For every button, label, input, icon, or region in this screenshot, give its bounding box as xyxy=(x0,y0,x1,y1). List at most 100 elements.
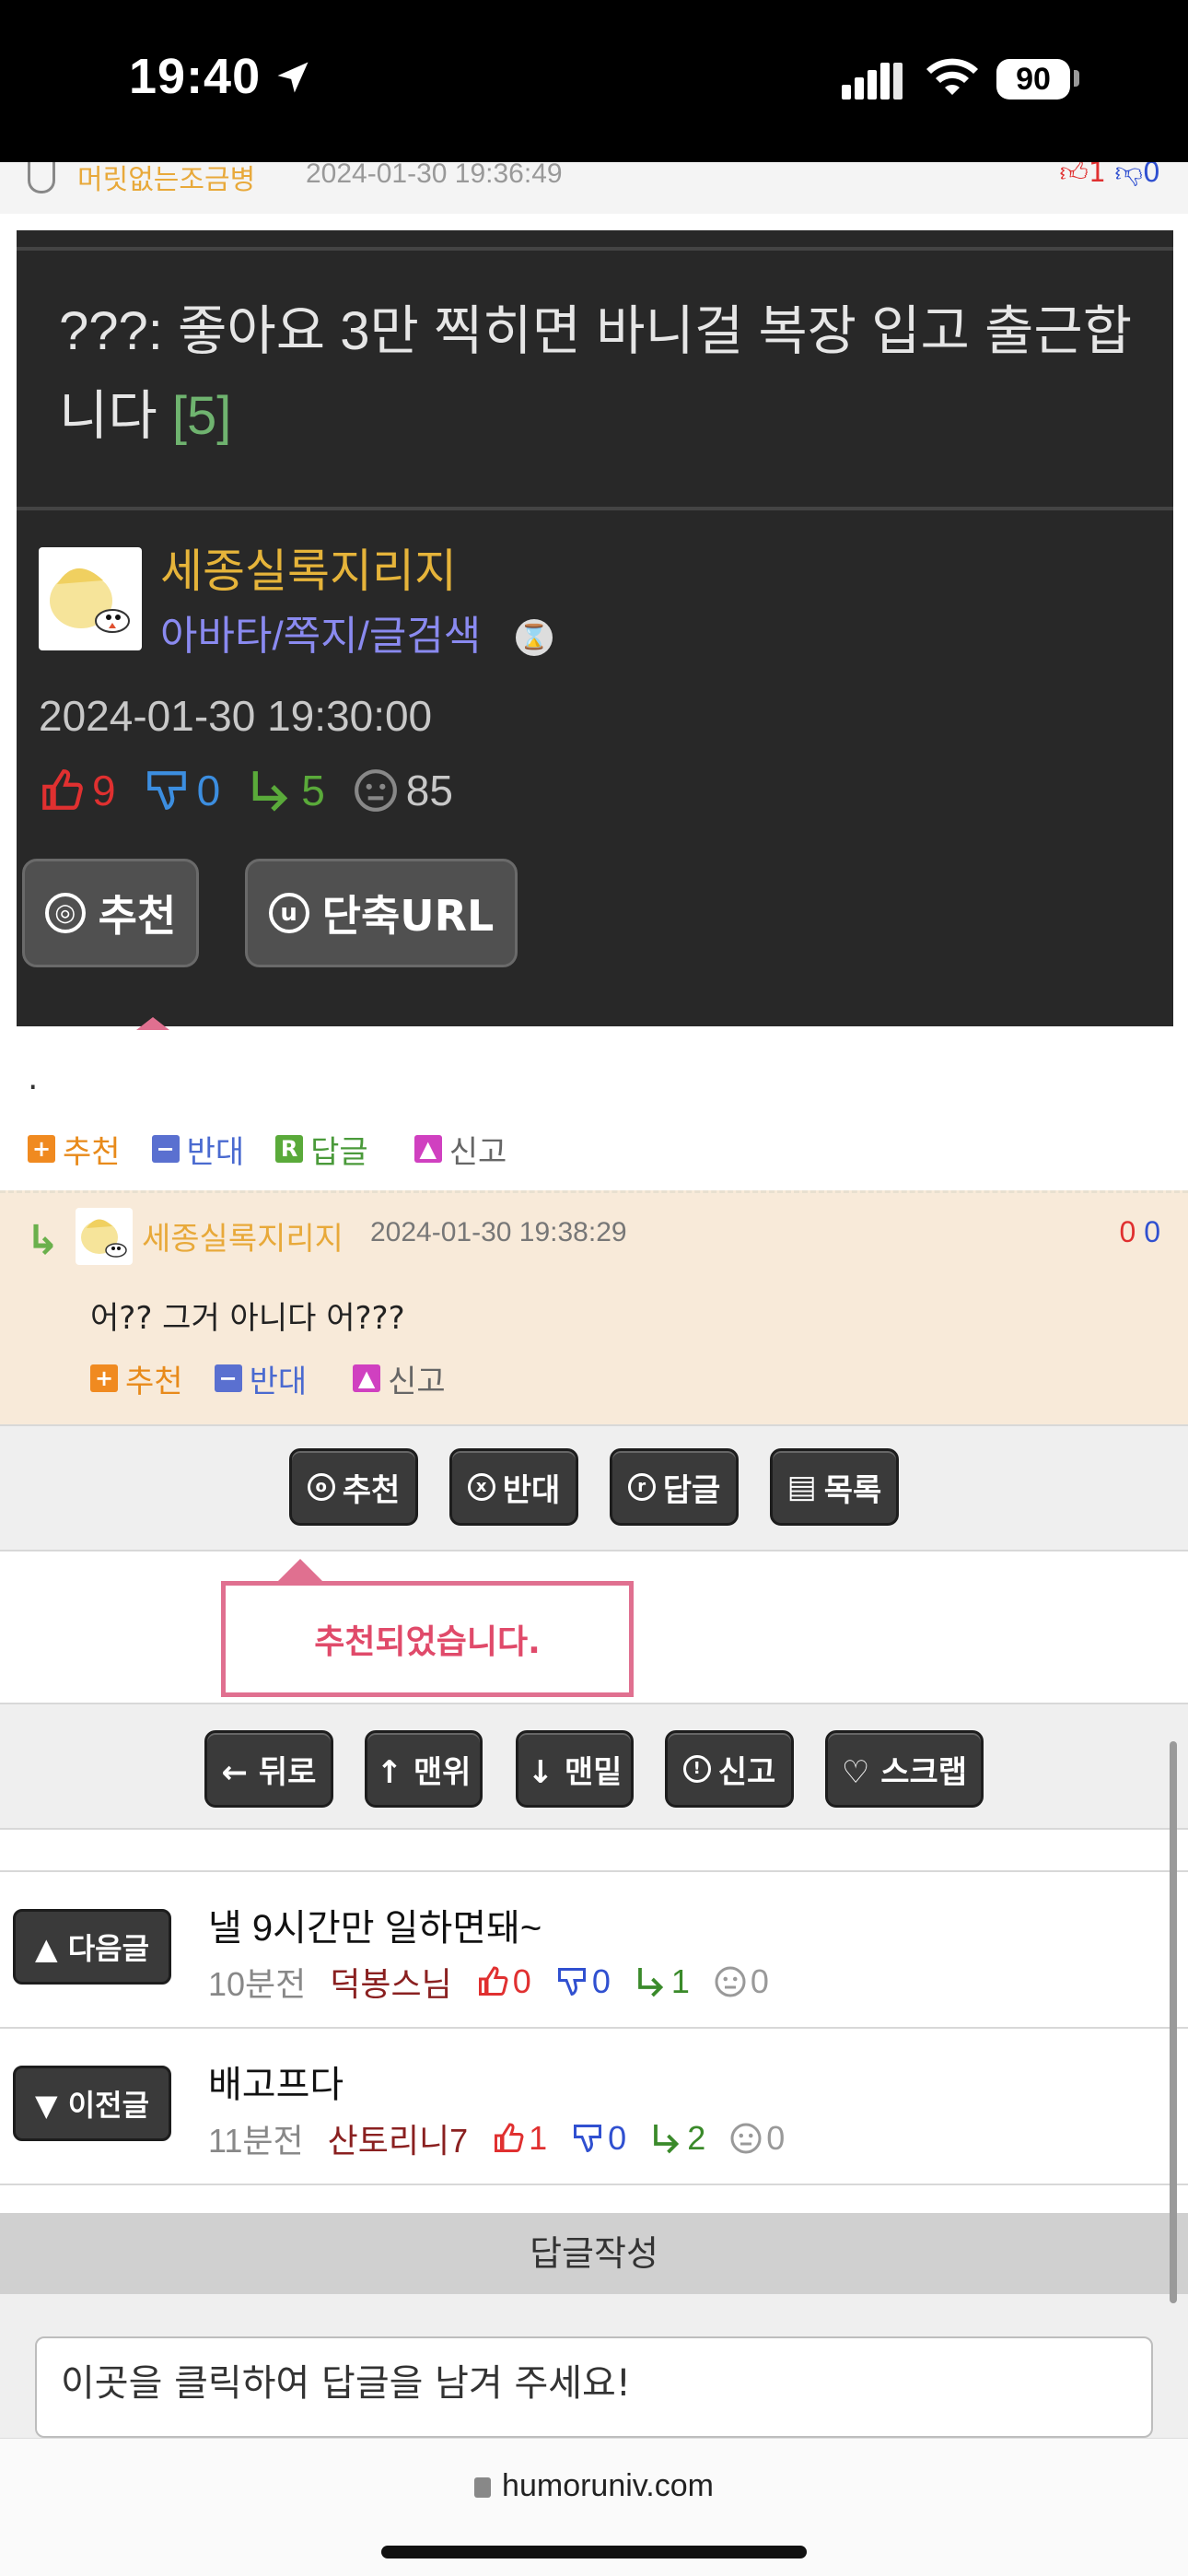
post-stats: 9 0 5 85 xyxy=(39,763,481,818)
thumbs-down-icon xyxy=(146,771,186,810)
up-stat: 9 xyxy=(39,766,116,815)
face-icon xyxy=(354,769,397,812)
next-post-button[interactable]: ▲ 다음글 xyxy=(13,1909,171,1985)
browser-bottom-bar: humoruniv.com xyxy=(0,2438,1188,2576)
label: 반대 xyxy=(502,1471,561,1509)
author-name[interactable]: 세종실록지리지 xyxy=(160,534,457,601)
up-count: 0 xyxy=(512,1962,531,2000)
divider xyxy=(0,1828,1188,1830)
prev-post-row[interactable]: ▼ 이전글 배고프다 11분전 산토리니7 1 0 2 0 xyxy=(0,2029,1188,2185)
url-text: humoruniv.com xyxy=(502,2468,714,2503)
post-header-box: ???: 좋아요 3만 찍히면 바니걸 복장 입고 출근합니다 [5] 세종실록… xyxy=(17,230,1173,1026)
scrollbar[interactable] xyxy=(1170,1741,1177,2303)
list-button[interactable]: ▤ 목록 xyxy=(770,1448,899,1526)
label: 목록 xyxy=(823,1471,882,1509)
reply-count: 1 xyxy=(670,1962,690,2000)
reply-link[interactable]: R 답글 xyxy=(275,1127,368,1172)
navigation-bar: ← 뒤로 ↑ 맨위 ↓ 맨밑 ! 신고 ♡ 스크랩 xyxy=(0,1704,1188,1828)
comment-date: 2024-01-30 19:36:49 xyxy=(306,162,563,189)
prev-post-title[interactable]: 배고프다 xyxy=(208,2055,344,2108)
down-stat: 0 xyxy=(571,2119,626,2158)
bottom-button[interactable]: ↓ 맨밑 xyxy=(516,1730,634,1808)
recommend-button[interactable]: ◎ 추천 xyxy=(22,859,199,967)
recommend-link[interactable]: + 추천 xyxy=(28,1127,121,1172)
prev-post-meta: 11분전 산토리니7 1 0 2 0 xyxy=(208,2115,809,2161)
reply-arrow-icon xyxy=(252,771,288,812)
comment-date: 2024-01-30 19:38:29 xyxy=(370,1217,627,1247)
view-stat: 0 xyxy=(714,1962,769,2001)
view-stat: 0 xyxy=(729,2119,785,2158)
list-icon: ▤ xyxy=(786,1469,817,1505)
recommend-link[interactable]: + 추천 xyxy=(90,1356,183,1401)
thumbs-up-icon xyxy=(495,2123,524,2152)
address-bar[interactable]: humoruniv.com xyxy=(0,2468,1188,2504)
cellular-signal-icon xyxy=(842,63,903,100)
up-count: 9 xyxy=(92,767,116,814)
action-bar: o 추천 x 반대 r 답글 ▤ 목록 xyxy=(0,1426,1188,1550)
up-stat: 0 xyxy=(476,1962,531,2001)
thumbs-up-icon: 👍︎ xyxy=(1059,162,1089,189)
comment-author[interactable]: 세종실록지리지 xyxy=(142,1213,344,1259)
avatar[interactable] xyxy=(76,1208,133,1265)
label: 답글 xyxy=(310,1133,368,1171)
post-time: 11분전 xyxy=(208,2122,304,2160)
oppose-button[interactable]: x 반대 xyxy=(449,1448,578,1526)
report-button[interactable]: ! 신고 xyxy=(665,1730,794,1808)
label: 반대 xyxy=(249,1363,308,1400)
r-circle-icon: r xyxy=(627,1473,656,1501)
recommend-label: 추천 xyxy=(98,891,177,941)
comment-author[interactable]: 머릿없는조금병 xyxy=(77,162,255,197)
label: 답글 xyxy=(662,1471,721,1509)
author-links[interactable]: 아바타/쪽지/글검색 xyxy=(160,603,481,662)
next-post-title[interactable]: 낼 9시간만 일하면돼~ xyxy=(208,1898,542,1951)
recommend-button[interactable]: o 추천 xyxy=(289,1448,418,1526)
short-url-button[interactable]: u 단축URL xyxy=(245,859,518,967)
reply-comment: ↳ 세종실록지리지 2024-01-30 19:38:29 0 0 어?? 그거… xyxy=(0,1190,1188,1424)
clock: 19:40 xyxy=(129,49,262,104)
post-time: 10분전 xyxy=(208,1965,307,2003)
top-button[interactable]: ↑ 맨위 xyxy=(365,1730,483,1808)
tooltip-caret xyxy=(136,1017,169,1030)
reply-input[interactable]: 이곳을 클릭하여 답글을 남겨 주세요! xyxy=(35,2336,1153,2438)
post-body: . xyxy=(28,1060,39,1097)
circle-icon: ◎ xyxy=(44,893,86,933)
prev-post-button[interactable]: ▼ 이전글 xyxy=(13,2066,171,2141)
post-date: 2024-01-30 19:30:00 xyxy=(39,692,433,740)
lock-icon xyxy=(474,2477,492,2499)
label: 신고 xyxy=(717,1753,776,1791)
reply-stat: 2 xyxy=(650,2119,705,2158)
avatar[interactable] xyxy=(39,547,142,650)
circle-icon: o xyxy=(307,1473,335,1501)
reply-arrow-icon: ↳ xyxy=(26,1217,60,1264)
up-count: 0 xyxy=(1119,1215,1136,1248)
view-count: 0 xyxy=(766,2119,786,2157)
comment-actions: + 추천 − 반대 ▲ 신고 xyxy=(90,1355,477,1401)
short-url-label: 단축URL xyxy=(321,891,495,941)
up-count: 1 xyxy=(529,2119,548,2157)
divider xyxy=(0,1550,1188,1551)
comment-text: 어?? 그거 아니다 어??? xyxy=(90,1300,405,1337)
scrap-button[interactable]: ♡ 스크랩 xyxy=(825,1730,984,1808)
thumbs-down-icon xyxy=(557,1968,586,1996)
back-button[interactable]: ← 뒤로 xyxy=(204,1730,333,1808)
reply-count: 2 xyxy=(687,2119,706,2157)
thumbs-up-icon xyxy=(42,769,83,810)
minus-icon: − xyxy=(151,1135,180,1163)
level-badge-icon: ⌛ xyxy=(516,619,553,656)
previous-comment-row: 머릿없는조금병 2024-01-30 19:36:49 👍︎1 👎︎0 xyxy=(0,162,1188,214)
location-arrow-icon xyxy=(277,62,309,93)
oppose-link[interactable]: − 반대 xyxy=(151,1127,244,1172)
u-circle-icon: u xyxy=(268,893,309,933)
label: 추천 xyxy=(125,1363,183,1400)
reply-arrow-icon xyxy=(637,1968,663,1997)
report-link[interactable]: ▲ 신고 xyxy=(413,1127,507,1172)
home-indicator xyxy=(381,2546,807,2558)
oppose-link[interactable]: − 반대 xyxy=(214,1356,308,1401)
next-post-row[interactable]: ▲ 다음글 낼 9시간만 일하면돼~ 10분전 덕봉스님 0 0 1 0 xyxy=(0,1872,1188,2029)
reply-button[interactable]: r 답글 xyxy=(610,1448,739,1526)
down-count: 0 xyxy=(1142,162,1160,189)
warning-circle-icon: ! xyxy=(682,1755,711,1783)
reply-arrow-icon xyxy=(654,2125,680,2154)
report-link[interactable]: ▲ 신고 xyxy=(353,1356,446,1401)
post-author: 산토리니7 xyxy=(327,2122,469,2160)
